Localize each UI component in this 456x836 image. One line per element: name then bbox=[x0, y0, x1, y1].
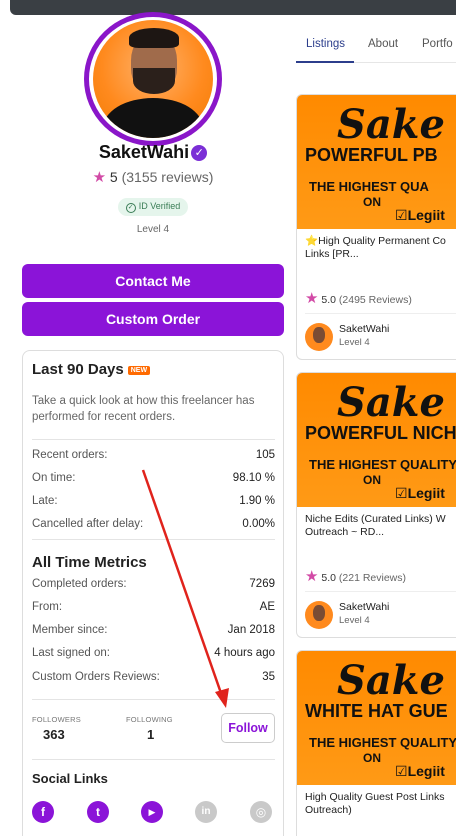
seller-avatar bbox=[305, 601, 333, 629]
listing-thumbnail[interactable]: Sake WHITE HAT GUE THE HIGHEST QUALITY O… bbox=[297, 651, 456, 785]
seller-avatar bbox=[305, 323, 333, 351]
follow-button[interactable]: Follow bbox=[221, 713, 275, 743]
check-circle-icon: ✓ bbox=[125, 203, 136, 213]
thumb-subline: THE HIGHEST QUA bbox=[309, 179, 429, 194]
stat-row-cancelled: Cancelled after delay: 0.00% bbox=[32, 518, 275, 530]
last-90-days-heading: Last 90 Days NEW bbox=[32, 361, 151, 378]
thumb-script-text: Sake bbox=[337, 379, 445, 426]
stat-row-on-time: On time: 98.10 % bbox=[32, 472, 275, 484]
seller-stats-card: Last 90 Days NEW Take a quick look at how… bbox=[22, 350, 284, 836]
custom-order-button[interactable]: Custom Order bbox=[22, 302, 284, 336]
thumb-brand: ☑Legiit bbox=[395, 207, 445, 223]
listing-card[interactable]: Sake WHITE HAT GUE THE HIGHEST QUALITY O… bbox=[296, 650, 456, 836]
listing-seller-level: Level 4 bbox=[339, 615, 370, 626]
rating-count[interactable]: (3155 reviews) bbox=[122, 169, 214, 185]
thumb-on: ON bbox=[363, 473, 381, 487]
listing-title[interactable]: High Quality Guest Post Links Outreach) bbox=[305, 791, 456, 817]
divider bbox=[305, 591, 456, 592]
divider bbox=[32, 539, 275, 540]
rating-row: ★ 5 (3155 reviews) bbox=[0, 168, 306, 186]
followers-count: 363 bbox=[43, 727, 65, 742]
linkedin-icon[interactable]: in bbox=[195, 801, 217, 823]
divider bbox=[32, 699, 275, 700]
stat-row-from: From: AE bbox=[32, 601, 275, 613]
listing-seller-name[interactable]: SaketWahi bbox=[339, 601, 389, 613]
following-count: 1 bbox=[147, 727, 155, 742]
listing-card[interactable]: Sake POWERFUL PB THE HIGHEST QUA ON ☑Leg… bbox=[296, 94, 456, 360]
stat-row-member-since: Member since: Jan 2018 bbox=[32, 624, 275, 636]
thumb-subline: THE HIGHEST QUALITY bbox=[309, 457, 456, 472]
recent-description: Take a quick look at how this freelancer… bbox=[32, 395, 255, 423]
listing-title[interactable]: Niche Edits (Curated Links) W Outreach ~… bbox=[305, 513, 456, 539]
listing-rating: ★ 5.0 (221 Reviews) bbox=[305, 568, 407, 585]
id-verified-label: ID Verified bbox=[138, 201, 181, 211]
listing-card[interactable]: Sake POWERFUL NICHE THE HIGHEST QUALITY … bbox=[296, 372, 456, 638]
listing-seller-level: Level 4 bbox=[339, 337, 370, 348]
thumb-brand: ☑Legiit bbox=[395, 485, 445, 501]
instagram-icon[interactable]: ◎ bbox=[250, 801, 272, 823]
profile-tabs: Listings About Portfo bbox=[296, 30, 456, 63]
stat-row-custom-reviews: Custom Orders Reviews: 35 bbox=[32, 671, 275, 683]
thumb-script-text: Sake bbox=[337, 101, 445, 148]
seller-level: Level 4 bbox=[136, 224, 170, 235]
last-90-days-title: Last 90 Days bbox=[32, 361, 124, 378]
divider bbox=[305, 313, 456, 314]
contact-me-button[interactable]: Contact Me bbox=[22, 264, 284, 298]
stat-row-recent-orders: Recent orders: 105 bbox=[32, 449, 275, 461]
twitter-icon[interactable]: t bbox=[87, 801, 109, 823]
tab-portfolio[interactable]: Portfo bbox=[422, 38, 453, 50]
listing-seller-name[interactable]: SaketWahi bbox=[339, 323, 389, 335]
following-label: FOLLOWING bbox=[126, 715, 173, 724]
avatar[interactable] bbox=[84, 12, 222, 146]
thumb-headline: POWERFUL NICHE bbox=[305, 423, 456, 443]
stat-row-completed: Completed orders: 7269 bbox=[32, 578, 275, 590]
all-time-metrics-title: All Time Metrics bbox=[32, 554, 147, 571]
active-tab-indicator bbox=[296, 61, 354, 63]
thumb-subline: THE HIGHEST QUALITY bbox=[309, 735, 456, 750]
stat-row-last-signed: Last signed on: 4 hours ago bbox=[32, 647, 275, 659]
facebook-icon[interactable]: f bbox=[32, 801, 54, 823]
divider bbox=[32, 759, 275, 760]
new-badge: NEW bbox=[127, 366, 151, 375]
seller-name: SaketWahi bbox=[98, 142, 190, 162]
listing-thumbnail[interactable]: Sake POWERFUL PB THE HIGHEST QUA ON ☑Leg… bbox=[297, 95, 456, 229]
tab-listings[interactable]: Listings bbox=[306, 38, 345, 50]
thumb-on: ON bbox=[363, 751, 381, 765]
listing-rating: ★ 5.0 (2495 Reviews) bbox=[305, 290, 412, 307]
avatar-image bbox=[93, 20, 213, 138]
listing-title[interactable]: ⭐High Quality Permanent Co Links [PR... bbox=[305, 235, 456, 261]
star-icon: ★ bbox=[305, 290, 319, 307]
listing-thumbnail[interactable]: Sake POWERFUL NICHE THE HIGHEST QUALITY … bbox=[297, 373, 456, 507]
followers-label: FOLLOWERS bbox=[32, 715, 81, 724]
thumb-headline: POWERFUL PB bbox=[305, 145, 438, 165]
verified-icon: ✓ bbox=[191, 145, 208, 161]
thumb-brand: ☑Legiit bbox=[395, 763, 445, 779]
star-icon: ★ bbox=[305, 568, 319, 585]
thumb-on: ON bbox=[363, 195, 381, 209]
youtube-icon[interactable]: ▶ bbox=[141, 801, 163, 823]
id-verified-badge: ✓ ID Verified bbox=[117, 198, 189, 216]
divider bbox=[32, 439, 275, 440]
social-links-title: Social Links bbox=[32, 771, 108, 786]
stat-row-late: Late: 1.90 % bbox=[32, 495, 275, 507]
thumb-headline: WHITE HAT GUE bbox=[305, 701, 448, 721]
thumb-script-text: Sake bbox=[337, 657, 445, 704]
rating-value: 5 bbox=[109, 169, 118, 185]
top-header-bar bbox=[10, 0, 456, 15]
tab-about[interactable]: About bbox=[368, 38, 398, 50]
profile-name-row: SaketWahi ✓ bbox=[0, 142, 306, 163]
star-icon: ★ bbox=[92, 169, 107, 186]
